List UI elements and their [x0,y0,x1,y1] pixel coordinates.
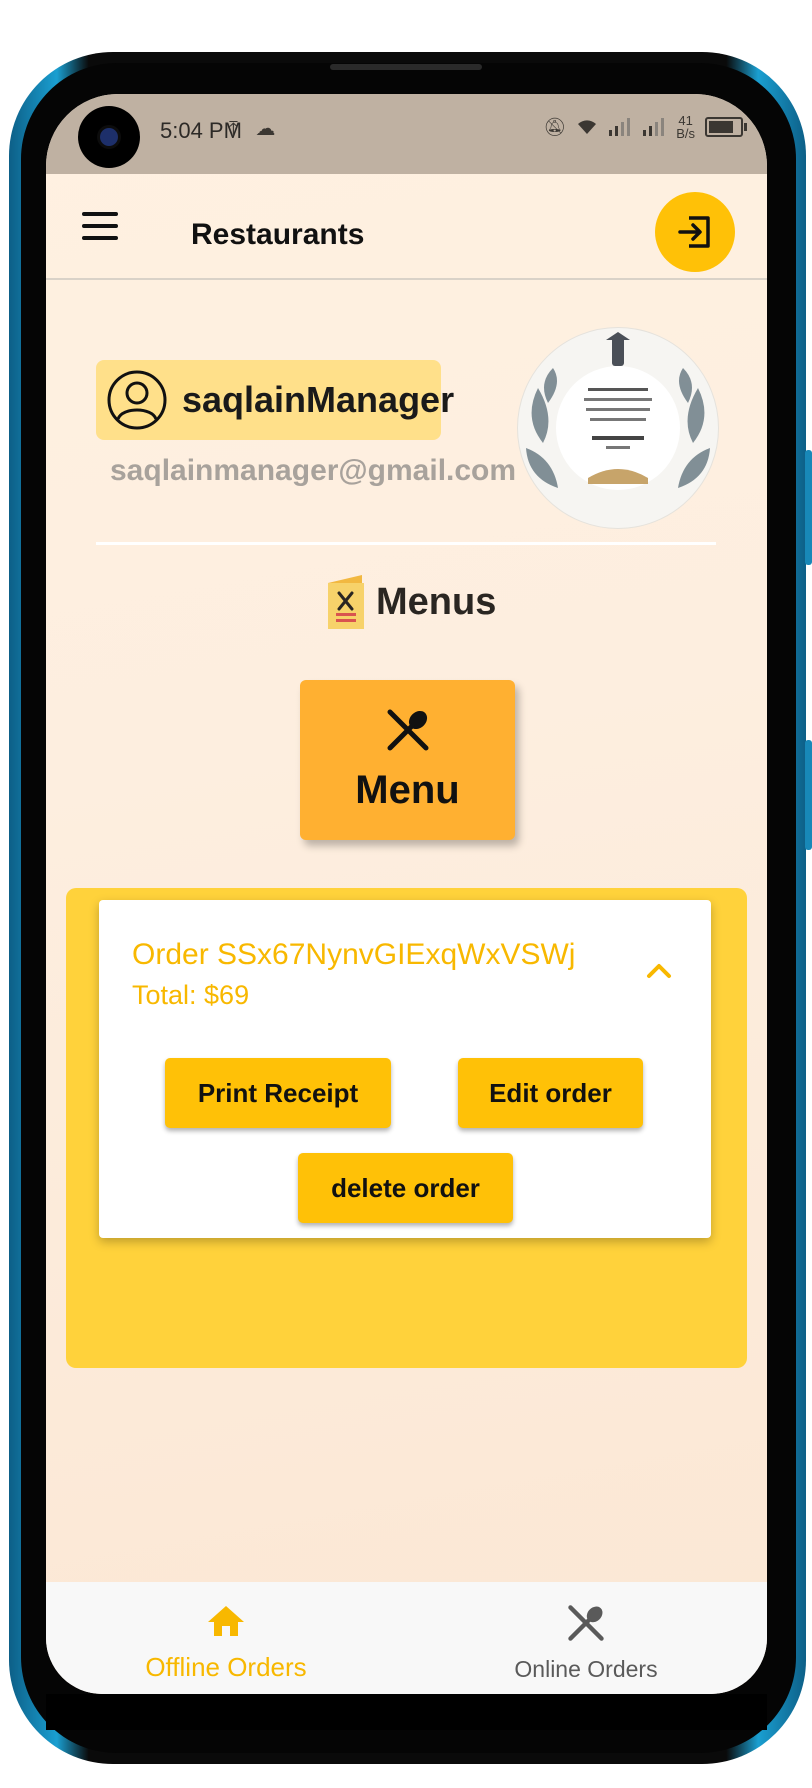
network-speed: 41 B/s [676,114,695,140]
order-card: Order SSx67NynvGIExqWxVSWj Total: $69 Pr… [99,900,711,1238]
power-button [805,740,812,850]
menu-card-button[interactable]: Menu [300,680,515,840]
battery-icon [705,117,747,137]
mute-icon: 🔕︎ [543,116,567,137]
nav-offline-orders[interactable]: Offline Orders [106,1582,346,1694]
page-title: Restaurants [191,218,365,251]
upload-cloud-icons: ⤒ ☁ [229,118,282,140]
screen: 5:04 PM ⤒ ☁ 🔕︎ 41 B/s Restaurants saqlai… [46,94,767,1694]
logout-button[interactable] [655,192,735,272]
status-right-icons: 🔕︎ 41 B/s [543,114,747,140]
earpiece [330,64,482,70]
user-name: saqlainManager [182,379,455,420]
volume-button [805,450,812,565]
nav-offline-orders-label: Offline Orders [145,1652,307,1682]
user-chip: saqlainManager [96,360,454,440]
menu-book-icon [328,575,364,629]
profile-picture [517,327,719,529]
edit-order-button[interactable]: Edit order [458,1058,643,1128]
avatar-icon [107,370,167,430]
order-id: Order SSx67NynvGIExqWxVSWj [132,938,576,971]
nav-online-orders[interactable]: Online Orders [466,1582,706,1694]
nav-online-orders-label: Online Orders [514,1656,658,1682]
chevron-up-icon[interactable] [645,960,673,980]
print-receipt-button[interactable]: Print Receipt [165,1058,391,1128]
utensils-icon [568,1605,604,1641]
wifi-icon [578,120,597,134]
menus-label: Menus [376,580,497,623]
phone-chin [46,1694,767,1730]
bottom-navigation: Offline Orders Online Orders [46,1582,767,1694]
network-speed-unit: B/s [676,126,695,141]
logout-icon [678,216,710,248]
delete-order-button[interactable]: delete order [298,1153,513,1223]
hamburger-icon[interactable] [82,212,118,240]
menu-card-label: Menu [355,768,460,812]
front-camera [78,106,140,168]
app-bar: Restaurants [46,174,767,280]
utensils-icon [387,709,429,751]
ramadan-greeting-image [526,332,710,490]
status-bar: 5:04 PM ⤒ ☁ 🔕︎ 41 B/s [46,94,767,174]
signal-icon-2 [643,118,665,136]
menus-section-header: Menus [326,573,496,631]
signal-icon [609,118,631,136]
section-divider [96,542,716,545]
home-icon [208,1606,244,1636]
order-total: Total: $69 [132,980,250,1010]
user-email: saqlainmanager@gmail.com [110,454,517,487]
